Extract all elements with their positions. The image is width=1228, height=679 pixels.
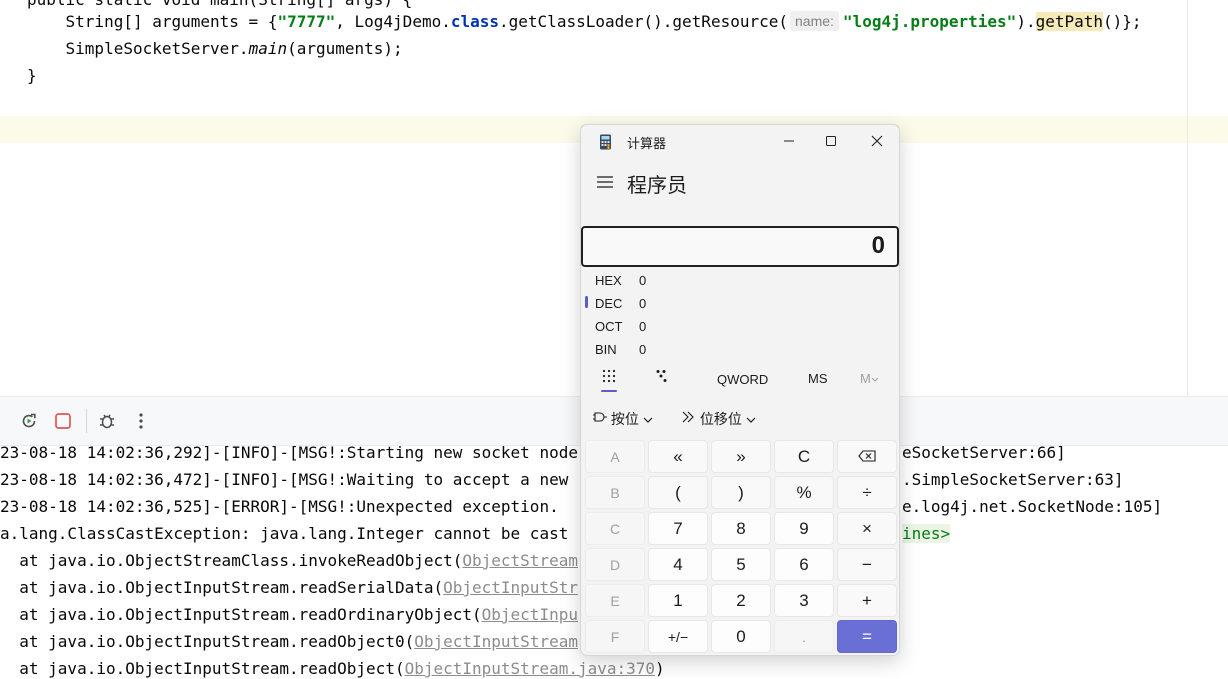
backspace-icon: [858, 447, 876, 467]
base-bin[interactable]: BIN 0: [595, 339, 885, 361]
active-tab-underline: [601, 390, 617, 392]
console-line: a.lang.ClassCastException: java.lang.Int…: [0, 524, 569, 543]
calculator-window[interactable]: 计算器 程序员 0 HEX 0 DEC 0 OCT 0 BIN 0 QWORD MS M…: [580, 124, 900, 656]
stack-frame: at java.io.ObjectInputStream.readObject0…: [0, 632, 578, 651]
full-keypad-icon[interactable]: [602, 369, 616, 388]
stack-frame: at java.io.ObjectInputStream.readSerialD…: [0, 578, 578, 597]
bitwise-icon: [593, 411, 607, 427]
close-icon[interactable]: [854, 125, 899, 157]
bitshift-dropdown[interactable]: 位移位: [682, 409, 756, 429]
source-link[interactable]: ObjectInputStr: [443, 578, 578, 597]
key-1[interactable]: 1: [648, 584, 708, 617]
key-divide[interactable]: ÷: [837, 476, 897, 509]
key-left-paren[interactable]: (: [648, 476, 708, 509]
key-2[interactable]: 2: [711, 584, 771, 617]
key-left-shift[interactable]: «: [648, 440, 708, 473]
minimize-icon[interactable]: [766, 125, 812, 157]
base-oct[interactable]: OCT 0: [595, 316, 885, 338]
key-3[interactable]: 3: [774, 584, 834, 617]
calculator-display: 0: [581, 226, 899, 267]
console-line-tail: .SimpleSocketServer:63]: [902, 470, 1124, 489]
source-link[interactable]: ObjectInputStream.java:370: [405, 659, 655, 678]
key-equals[interactable]: =: [837, 620, 897, 653]
key-4[interactable]: 4: [648, 548, 708, 581]
bitwise-dropdown[interactable]: 按位: [593, 409, 653, 429]
stack-frame: at java.io.ObjectInputStream.readObject(…: [0, 659, 665, 678]
key-multiply[interactable]: ×: [837, 512, 897, 545]
stop-icon[interactable]: [52, 410, 74, 432]
code-line-closing-brace: }: [27, 66, 37, 85]
memory-menu-button[interactable]: M: [860, 371, 879, 386]
calculator-mode-title: 程序员: [627, 175, 687, 197]
key-plus[interactable]: +: [837, 584, 897, 617]
source-link[interactable]: ObjectInputStream: [414, 632, 578, 651]
display-value: 0: [871, 232, 885, 259]
console-line-tail: e.log4j.net.SocketNode:105]: [902, 497, 1163, 516]
key-hex-f[interactable]: F: [585, 620, 645, 653]
key-minus[interactable]: −: [837, 548, 897, 581]
key-8[interactable]: 8: [711, 512, 771, 545]
source-link[interactable]: ObjectStream: [462, 551, 578, 570]
memory-store-button[interactable]: MS: [808, 371, 828, 386]
base-hex[interactable]: HEX 0: [595, 270, 885, 292]
key-hex-d[interactable]: D: [585, 548, 645, 581]
base-dec[interactable]: DEC 0: [595, 293, 885, 315]
console-line-tail: ines>: [902, 524, 951, 543]
key-percent[interactable]: %: [774, 476, 834, 509]
key-9[interactable]: 9: [774, 512, 834, 545]
chevron-down-icon: [746, 411, 756, 427]
toolbar-separator: [86, 409, 87, 433]
code-line-arguments: String[] arguments = {"7777", Log4jDemo.…: [65, 11, 1142, 31]
key-right-paren[interactable]: ): [711, 476, 771, 509]
right-margin-guide: [1187, 0, 1188, 396]
console-line: 23-08-18 14:02:36,292]-[INFO]-[MSG!:Star…: [0, 446, 578, 462]
key-clear[interactable]: C: [774, 440, 834, 473]
parameter-hint: name:: [790, 11, 839, 31]
get-path-highlight: getPath: [1035, 12, 1104, 31]
stack-frame: at java.io.ObjectStreamClass.invokeReadO…: [0, 551, 578, 570]
console-line: 23-08-18 14:02:36,472]-[INFO]-[MSG!:Wait…: [0, 470, 569, 489]
key-negate[interactable]: +/−: [648, 620, 708, 653]
code-line-main-call: SimpleSocketServer.main(arguments);: [65, 39, 403, 58]
calculator-app-icon: [599, 134, 613, 155]
key-right-shift[interactable]: »: [711, 440, 771, 473]
window-title: 计算器: [627, 136, 667, 151]
word-size-button[interactable]: QWORD: [717, 372, 768, 387]
key-0[interactable]: 0: [711, 620, 771, 653]
source-link[interactable]: ObjectInpu: [482, 605, 578, 624]
hamburger-menu-icon[interactable]: [597, 175, 613, 193]
console-line: 23-08-18 14:02:36,525]-[ERROR]-[MSG!:Une…: [0, 497, 559, 516]
bitshift-icon: [682, 411, 696, 427]
key-hex-a[interactable]: A: [585, 440, 645, 473]
key-hex-c[interactable]: C: [585, 512, 645, 545]
key-backspace[interactable]: [837, 440, 897, 473]
key-decimal[interactable]: .: [774, 620, 834, 653]
chevron-down-icon: [643, 411, 653, 427]
rerun-icon[interactable]: [18, 410, 40, 432]
key-5[interactable]: 5: [711, 548, 771, 581]
stack-frame: at java.io.ObjectInputStream.readOrdinar…: [0, 605, 578, 624]
selected-base-indicator: [585, 296, 588, 308]
console-line-tail: eSocketServer:66]: [902, 446, 1066, 462]
debug-icon[interactable]: [96, 410, 118, 432]
key-6[interactable]: 6: [774, 548, 834, 581]
maximize-icon[interactable]: [808, 125, 854, 157]
more-options-icon[interactable]: [130, 410, 152, 432]
key-hex-e[interactable]: E: [585, 584, 645, 617]
key-hex-b[interactable]: B: [585, 476, 645, 509]
key-7[interactable]: 7: [648, 512, 708, 545]
bit-toggle-keypad-icon[interactable]: [655, 369, 669, 388]
